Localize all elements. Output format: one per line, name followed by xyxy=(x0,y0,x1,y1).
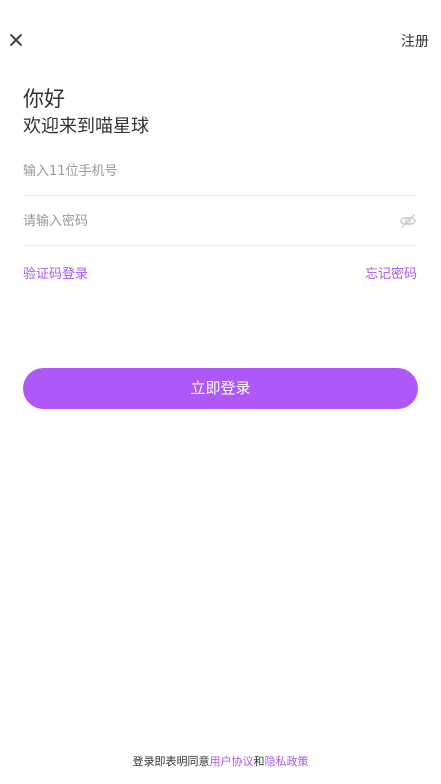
register-button[interactable]: 注册 xyxy=(401,31,429,51)
password-field-row xyxy=(23,196,417,246)
privacy-policy-link[interactable]: 隐私政策 xyxy=(265,755,309,768)
password-visibility-toggle[interactable] xyxy=(399,212,417,230)
agreement-text: 登录即表明同意用户协议和隐私政策 xyxy=(0,753,441,769)
password-input[interactable] xyxy=(23,208,363,234)
welcome-subtitle: 欢迎来到喵星球 xyxy=(23,116,149,137)
close-button[interactable] xyxy=(6,30,26,50)
eye-hidden-icon xyxy=(399,214,417,228)
user-agreement-link[interactable]: 用户协议 xyxy=(210,755,254,768)
phone-field-row xyxy=(23,146,417,196)
agreement-and: 和 xyxy=(253,755,265,768)
login-button[interactable]: 立即登录 xyxy=(23,368,418,409)
sms-login-link[interactable]: 验证码登录 xyxy=(23,263,88,282)
close-icon xyxy=(10,34,22,46)
agreement-prefix: 登录即表明同意 xyxy=(132,755,210,768)
greeting-title: 你好 xyxy=(23,87,65,111)
forgot-password-link[interactable]: 忘记密码 xyxy=(365,263,417,282)
phone-input[interactable] xyxy=(23,158,363,184)
